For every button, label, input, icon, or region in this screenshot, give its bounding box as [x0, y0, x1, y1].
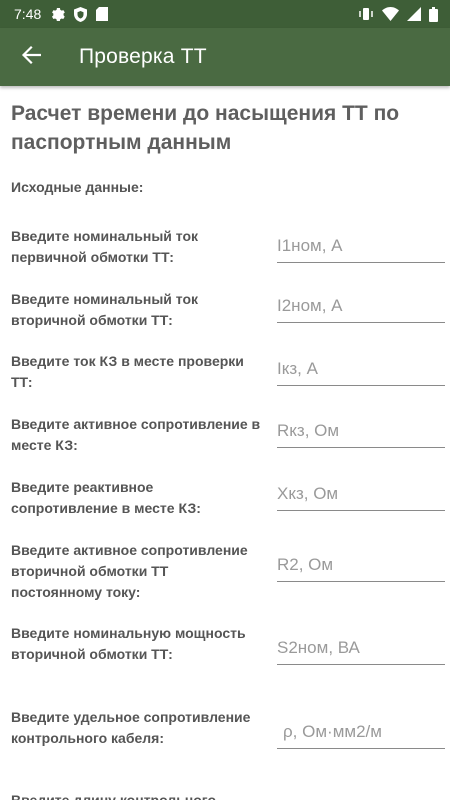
field-label: Введите номинальный ток вторичной обмотк… [11, 291, 199, 328]
field-label: Введите активное сопротивление вторичной… [11, 542, 248, 600]
vibrate-icon [358, 7, 374, 21]
back-button[interactable] [2, 28, 60, 86]
wifi-icon [382, 7, 399, 21]
app-bar: Проверка ТТ [0, 28, 450, 86]
rkz-input[interactable] [277, 414, 445, 448]
field-label: Введите удельное сопротивление контрольн… [11, 709, 251, 746]
rho-input[interactable] [277, 715, 445, 749]
gear-icon [50, 7, 66, 22]
shield-icon [74, 6, 88, 22]
sd-card-icon [96, 7, 109, 21]
r2-input[interactable] [277, 548, 445, 582]
source-data-label: Исходные данные: [11, 179, 144, 195]
section-title: Расчет времени до насыщения ТТ по паспор… [11, 102, 400, 154]
field-label: Введите активное сопротивление в месте К… [11, 416, 261, 453]
ikz-input[interactable] [277, 352, 445, 386]
field-label: Введите реактивное сопротивление в месте… [11, 479, 201, 516]
status-bar: 7:48 [0, 0, 450, 28]
s2nom-input[interactable] [277, 631, 445, 665]
arrow-back-icon [21, 45, 42, 70]
form-scroll-area[interactable]: Расчет времени до насыщения ТТ по паспор… [0, 86, 450, 800]
field-label: Введите длину контрольного [11, 792, 217, 800]
field-label: Введите номинальный ток первичной обмотк… [11, 228, 199, 265]
i1nom-input[interactable] [277, 229, 445, 263]
i2nom-input[interactable] [277, 289, 445, 323]
page-title: Проверка ТТ [79, 45, 207, 68]
battery-icon [429, 6, 438, 22]
xkz-input[interactable] [277, 477, 445, 511]
status-time: 7:48 [14, 6, 42, 22]
field-label: Введите ток КЗ в месте проверки ТТ: [11, 353, 244, 390]
field-label: Введите номинальную мощность вторичной о… [11, 625, 246, 662]
signal-icon [407, 7, 421, 21]
